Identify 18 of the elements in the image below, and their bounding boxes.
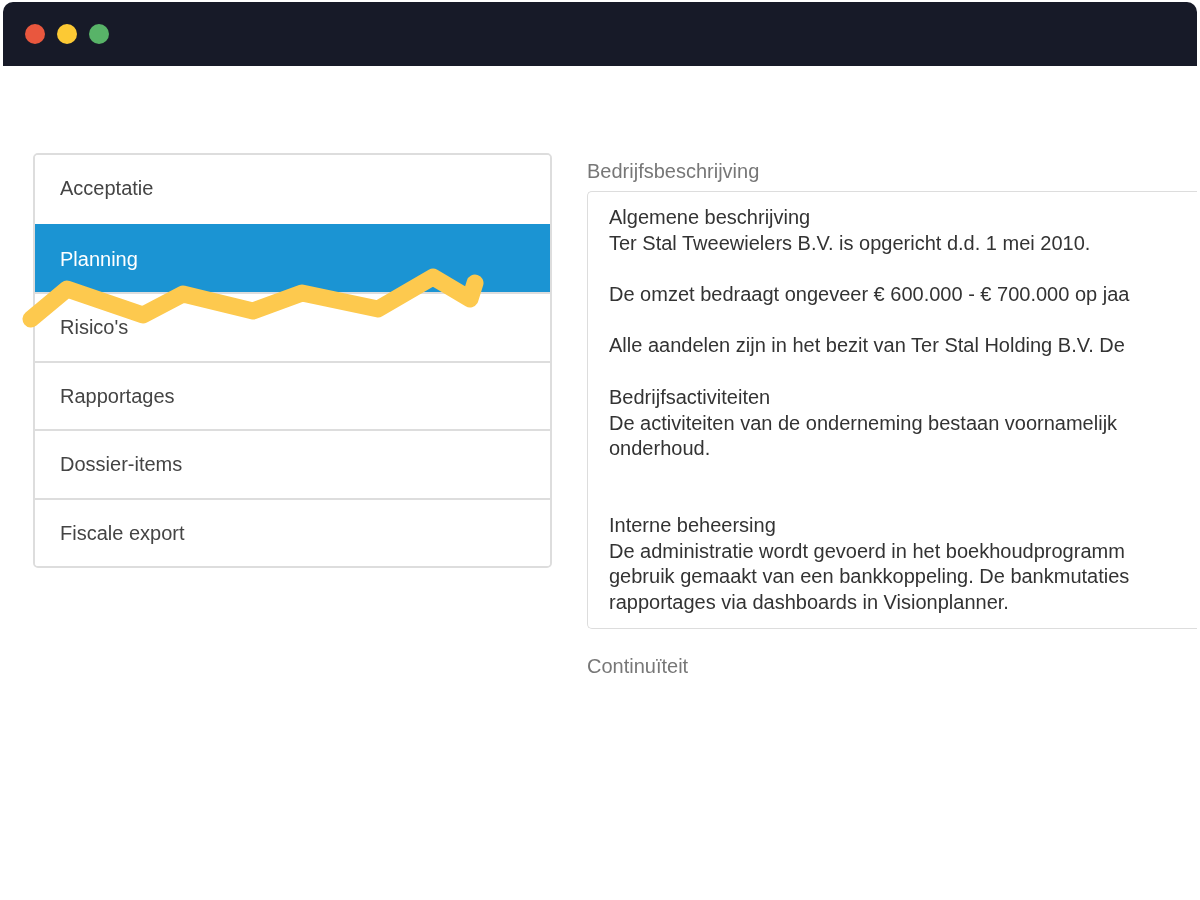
- section-heading: Interne beheersing: [609, 513, 776, 538]
- text-line: gebruik gemaakt van een bankkoppeling. De bankmutaties: [609, 564, 1130, 590]
- text-line: rapportages via dashboards in Visionplanner.: [609, 590, 1009, 616]
- field-label: Bedrijfsbeschrijving: [587, 159, 760, 184]
- maximize-icon[interactable]: [89, 24, 109, 44]
- text-line: onderhoud.: [609, 436, 711, 462]
- menu-item[interactable]: Fiscale export: [35, 497, 550, 566]
- text-line: Alle aandelen zijn in het bezit van Ter Stal Holding B.V. De: [609, 333, 1125, 359]
- text-area[interactable]: [587, 191, 1197, 629]
- section-heading: Bedrijfsactiviteiten: [609, 384, 771, 410]
- text-line: Ter Stal Tweewielers B.V. is opgericht d.d. 1 mei 2010.: [609, 230, 1091, 256]
- text-line: De activiteiten van de onderneming bestaan voornamelijk: [609, 410, 1118, 436]
- section-heading: Algemene beschrijving: [609, 205, 811, 230]
- minimize-icon[interactable]: [57, 24, 77, 44]
- text-line: De administratie wordt gevoerd in het boekhoudprogramm: [609, 538, 1125, 564]
- field-label: Continuïteit: [587, 653, 689, 679]
- close-icon[interactable]: [25, 24, 45, 44]
- text-line: De omzet bedraagt ongeveer € 600.000 - € 700.000 op jaa: [609, 282, 1130, 308]
